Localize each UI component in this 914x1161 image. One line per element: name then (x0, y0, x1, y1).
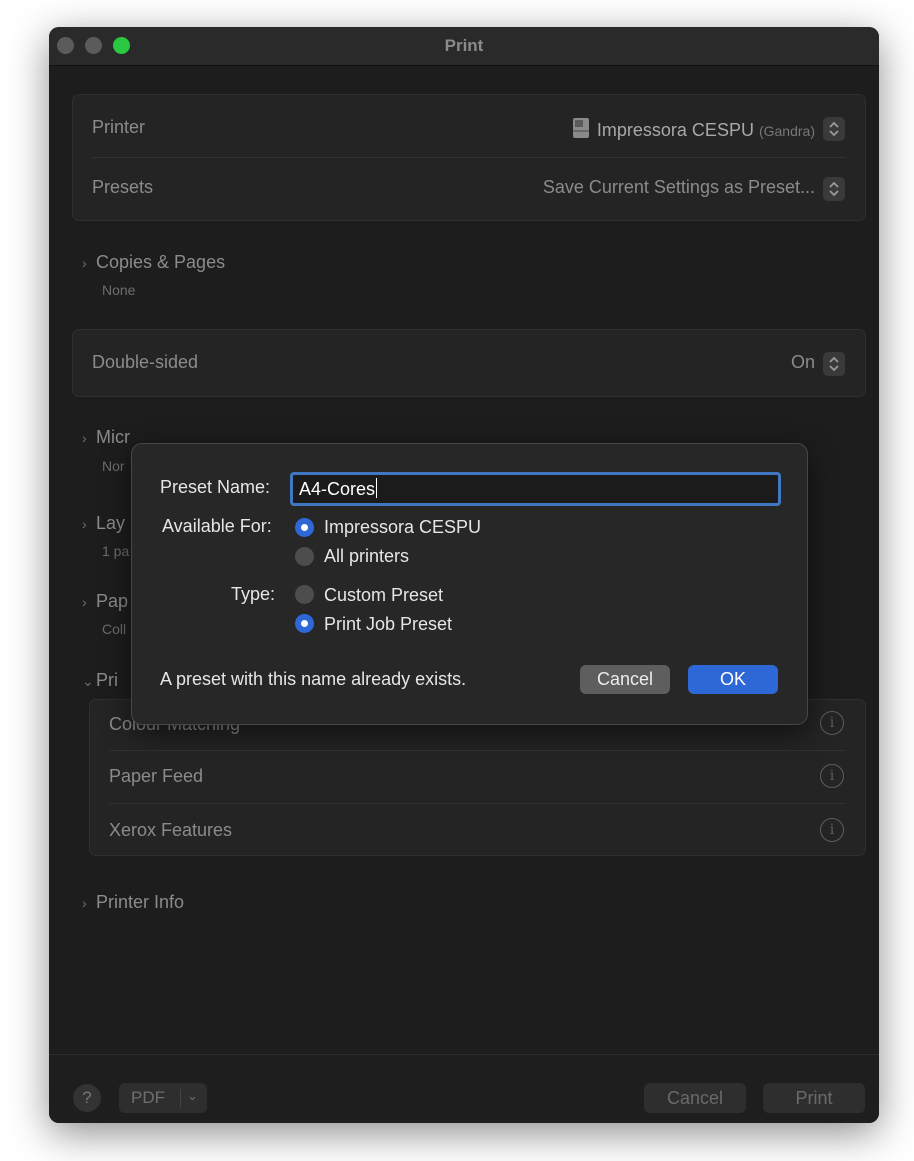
available-impressora-label[interactable]: Impressora CESPU (324, 517, 481, 538)
section-title: Pri (96, 670, 118, 690)
cancel-button[interactable]: Cancel (644, 1083, 746, 1113)
copies-pages-disclosure[interactable]: › Copies & Pages (82, 252, 225, 273)
section-summary: Coll (102, 621, 127, 637)
pdf-menu-button[interactable]: PDF ⌄ (119, 1083, 207, 1113)
printer-label: Printer (92, 117, 146, 137)
microsoft-word-disclosure[interactable]: › Micr (82, 427, 130, 448)
divider (109, 803, 846, 804)
paper-handling-disclosure[interactable]: › Pap (82, 591, 128, 612)
printer-stepper[interactable] (823, 117, 845, 141)
printer-info-disclosure[interactable]: › Printer Info (82, 892, 184, 913)
section-summary: 1 pa (102, 543, 130, 559)
info-icon[interactable]: i (820, 818, 844, 842)
printer-icon (572, 118, 589, 138)
chevron-right-icon: › (82, 516, 87, 532)
text-caret (376, 478, 378, 498)
available-for-label: Available For: (162, 516, 272, 536)
paper-feed-item[interactable]: Paper Feed (109, 766, 203, 787)
preset-name-input[interactable]: A4-Cores (290, 472, 781, 506)
copies-pages-title: Copies & Pages (96, 252, 226, 272)
available-all-printers-label[interactable]: All printers (324, 546, 409, 567)
layout-disclosure[interactable]: › Lay (82, 513, 125, 534)
printer-features-disclosure[interactable]: ⌄ Pri (82, 670, 118, 691)
type-custom-preset-label[interactable]: Custom Preset (324, 585, 443, 606)
chevron-right-icon: › (82, 430, 87, 446)
preset-exists-message: A preset with this name already exists. (160, 669, 467, 689)
section-title: Micr (96, 427, 130, 447)
section-title: Pap (96, 591, 129, 611)
bottom-bar: ? PDF ⌄ Cancel Print (49, 1054, 879, 1123)
presets-label: Presets (92, 177, 154, 197)
type-label: Type: (231, 584, 276, 604)
copies-pages-summary: None (102, 282, 136, 298)
presets-select[interactable]: Save Current Settings as Preset... (543, 177, 815, 198)
type-print-job-preset-radio[interactable] (295, 614, 314, 633)
printer-select[interactable]: Impressora CESPU (Gandra) (571, 116, 815, 141)
preset-name-label: Preset Name: (160, 477, 271, 497)
up-down-chevron-icon (829, 181, 839, 197)
type-custom-preset-radio[interactable] (295, 585, 314, 604)
printer-name: Impressora CESPU (596, 120, 754, 140)
chevron-down-icon: ⌄ (82, 673, 94, 689)
pdf-label: PDF (131, 1088, 165, 1107)
preset-name-value: A4-Cores (299, 479, 376, 499)
section-summary: Nor (102, 458, 125, 474)
title-bar: Print (49, 27, 879, 66)
type-print-job-preset-label[interactable]: Print Job Preset (324, 614, 452, 635)
chevron-right-icon: › (82, 594, 87, 610)
chevron-right-icon: › (82, 255, 87, 271)
help-button[interactable]: ? (73, 1084, 101, 1112)
divider (109, 750, 846, 751)
sheet-cancel-button[interactable]: Cancel (580, 665, 670, 694)
window-title: Print (444, 36, 484, 55)
double-sided-label: Double-sided (92, 352, 199, 372)
chevron-right-icon: › (82, 895, 87, 911)
printer-info-title: Printer Info (96, 892, 185, 912)
section-title: Lay (96, 513, 126, 533)
available-impressora-radio[interactable] (295, 518, 314, 537)
print-button[interactable]: Print (763, 1083, 865, 1113)
xerox-features-item[interactable]: Xerox Features (109, 820, 232, 841)
up-down-chevron-icon (829, 356, 839, 372)
up-down-chevron-icon (829, 121, 839, 137)
double-sided-select[interactable]: On (791, 352, 815, 373)
printer-presets-group: Printer Impressora CESPU (Gandra) Preset… (72, 94, 866, 221)
chevron-down-icon: ⌄ (187, 1088, 198, 1103)
divider (180, 1089, 181, 1107)
double-sided-group: Double-sided On (72, 329, 866, 397)
presets-stepper[interactable] (823, 177, 845, 201)
available-all-printers-radio[interactable] (295, 547, 314, 566)
double-sided-stepper[interactable] (823, 352, 845, 376)
sheet-ok-button[interactable]: OK (688, 665, 778, 694)
printer-location: (Gandra) (758, 123, 815, 139)
info-icon[interactable]: i (820, 711, 844, 735)
save-preset-sheet: Preset Name: A4-Cores Available For: Imp… (131, 443, 808, 725)
divider (92, 157, 846, 158)
info-icon[interactable]: i (820, 764, 844, 788)
